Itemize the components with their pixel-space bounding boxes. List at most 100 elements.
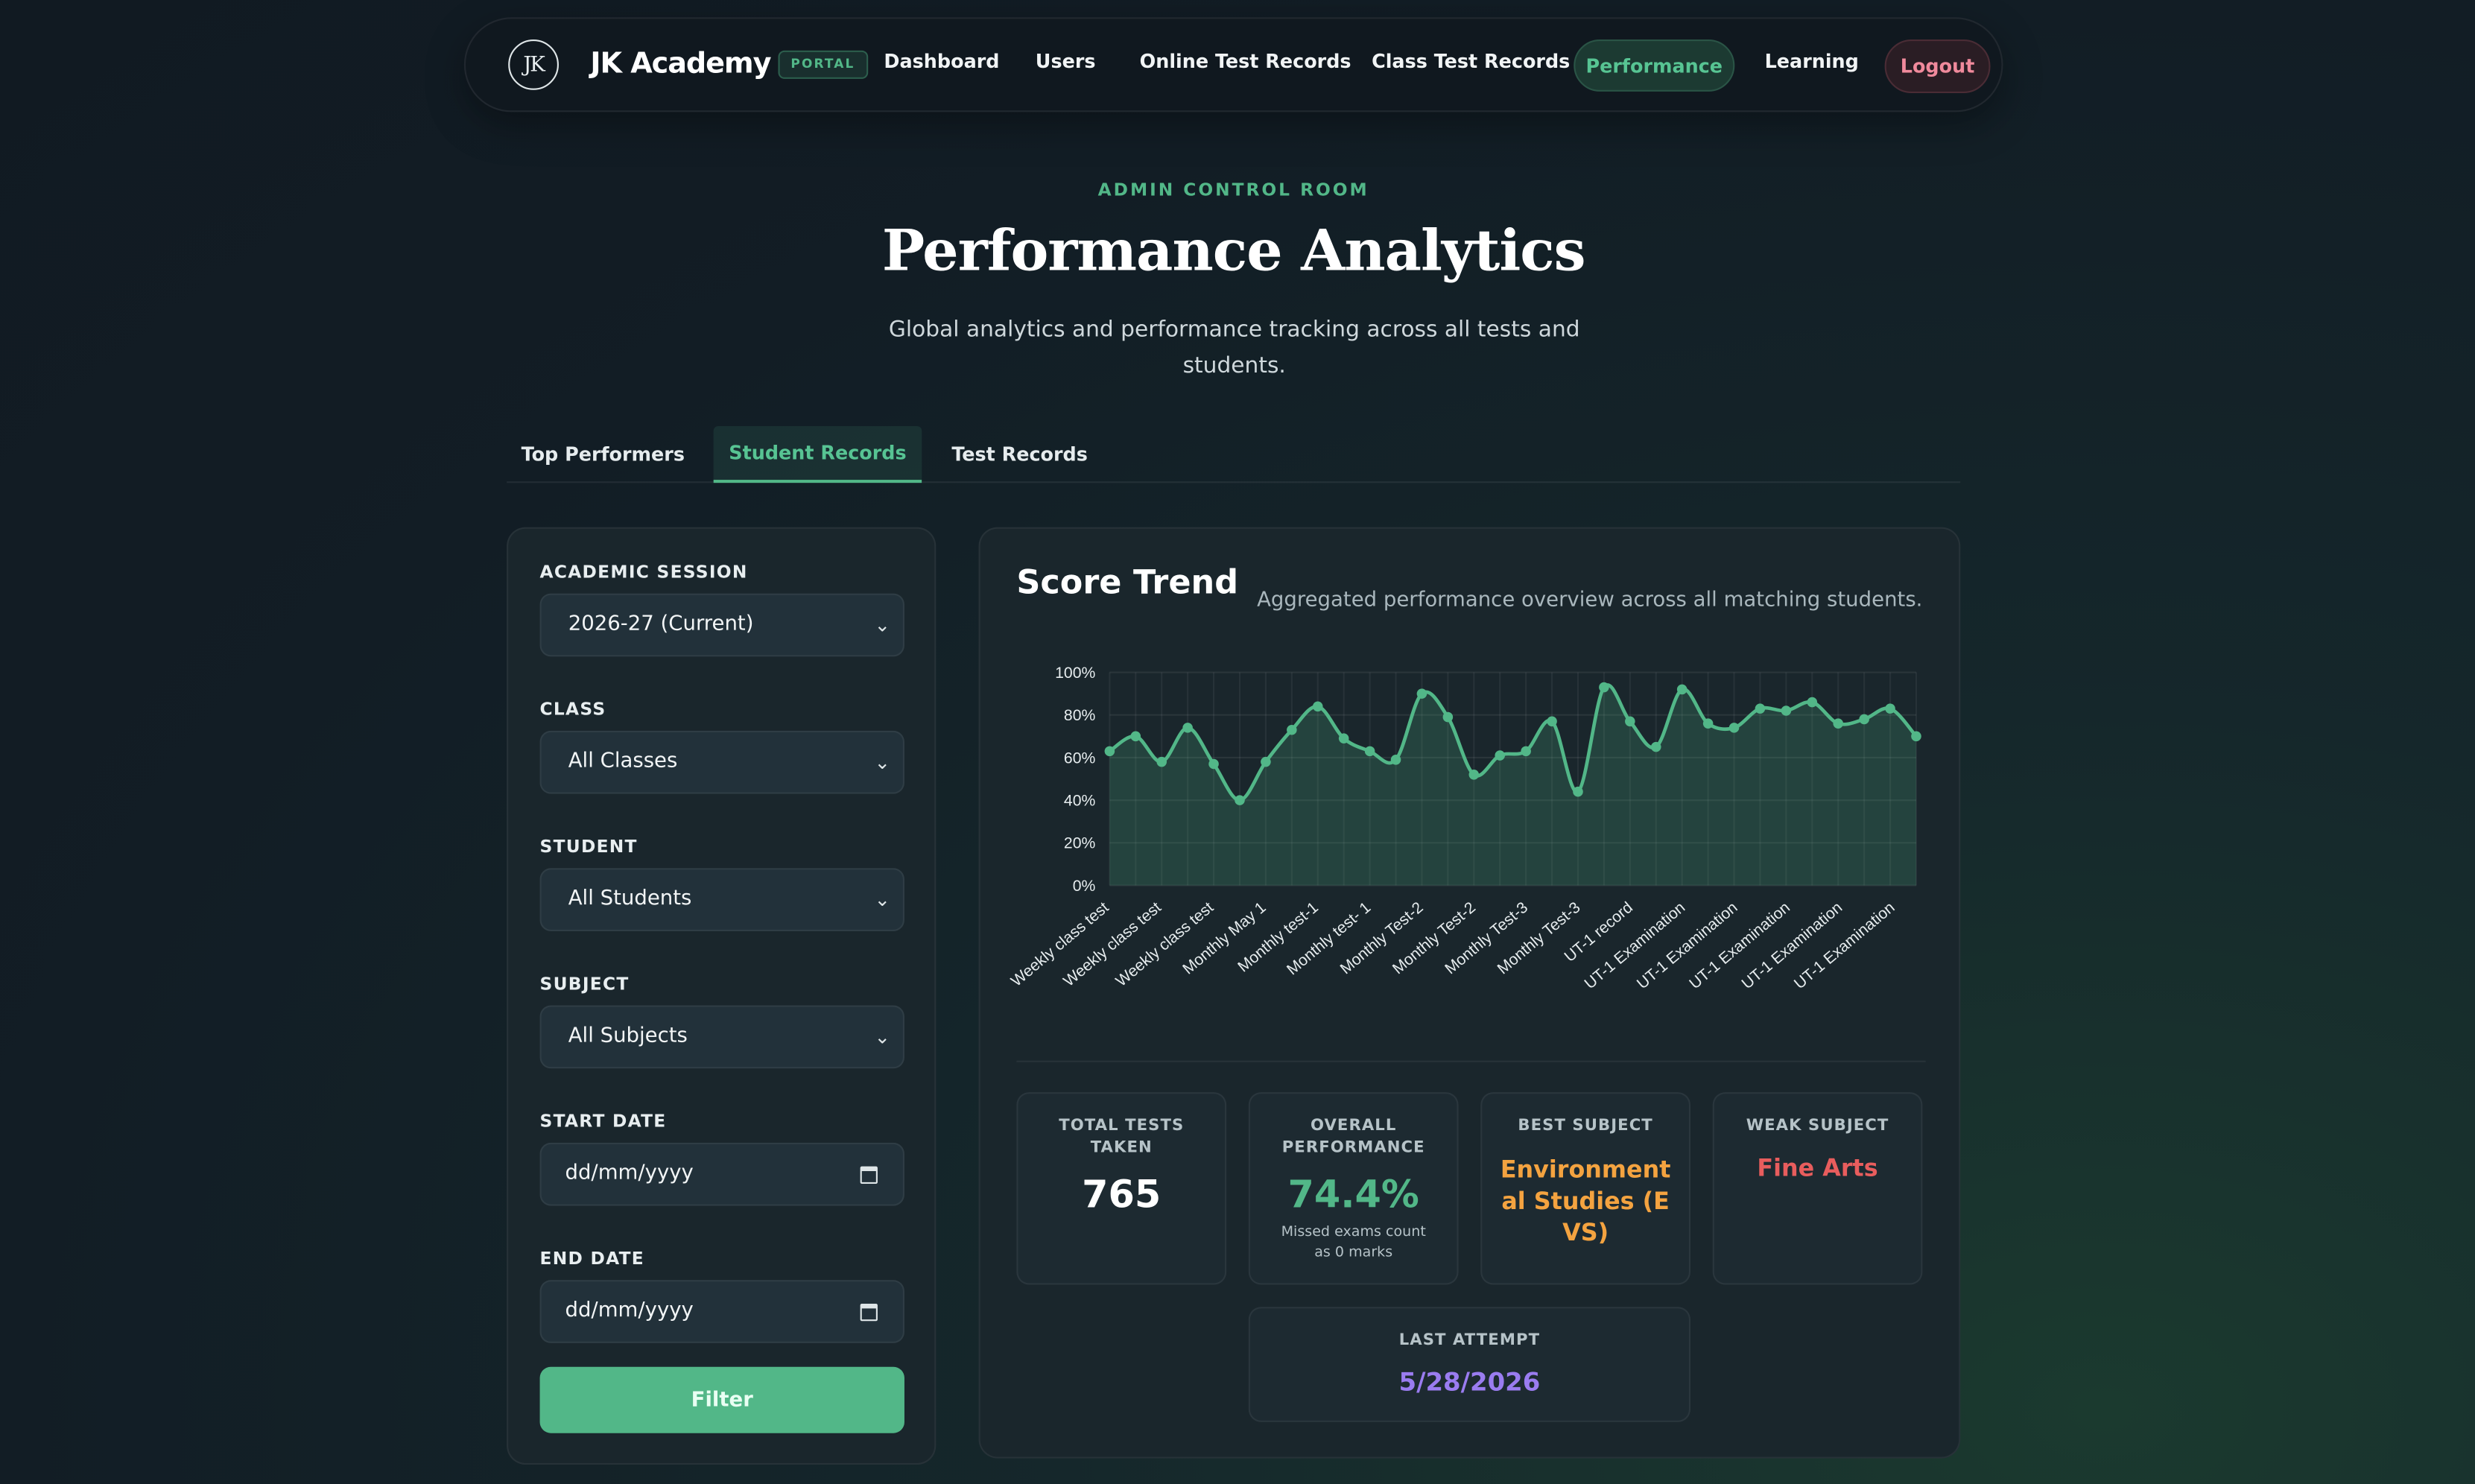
y-tick-label: 40% [1064, 793, 1096, 810]
start-date-label: START DATE [539, 1111, 667, 1132]
data-point [1390, 755, 1401, 765]
y-tick-label: 60% [1064, 749, 1096, 767]
stat-overall-performance: OVERALL PERFORMANCE 74.4% Missed exams c… [1248, 1092, 1459, 1285]
filter-panel: ACADEMIC SESSION 2026-27 (Current) ⌄ CLA… [507, 527, 937, 1465]
data-point [1625, 716, 1635, 727]
stat-last-attempt: LAST ATTEMPT 5/28/2026 [1248, 1307, 1691, 1422]
data-point [1364, 746, 1375, 757]
data-point [1130, 731, 1141, 742]
stat-total-tests: TOTAL TESTS TAKEN 765 [1016, 1092, 1227, 1285]
end-date-placeholder: dd/mm/yyyy [565, 1298, 694, 1323]
data-point [1156, 756, 1167, 767]
chevron-down-icon: ⌄ [874, 888, 890, 911]
score-trend-chart: 0%20%40%60%80%100%Weekly class testWeekl… [1008, 665, 1921, 992]
data-point [1104, 746, 1115, 757]
data-point [1468, 770, 1480, 780]
data-point [1573, 786, 1583, 797]
stats-divider [1016, 1060, 1926, 1062]
subject-value: All Subjects [568, 1024, 688, 1048]
data-point [1416, 688, 1427, 699]
data-point [1650, 741, 1661, 752]
data-point [1599, 682, 1609, 693]
calendar-icon[interactable] [860, 1303, 878, 1322]
y-tick-label: 20% [1064, 835, 1096, 852]
data-point [1312, 701, 1323, 712]
chevron-down-icon: ⌄ [874, 614, 890, 636]
stat-best-value: Environmental Studies (EVS) [1500, 1155, 1671, 1247]
stat-best-subject: BEST SUBJECT Environmental Studies (EVS) [1480, 1092, 1691, 1285]
data-point [1911, 731, 1921, 742]
logo-icon[interactable]: JK [508, 39, 559, 90]
data-point [1287, 724, 1297, 735]
tab-test-records[interactable]: Test Records [937, 426, 1101, 483]
data-point [1807, 697, 1818, 708]
page-eyebrow: ADMIN CONTROL ROOM [1097, 180, 1369, 201]
y-tick-label: 80% [1064, 707, 1096, 724]
top-nav: JK JK Academy PORTAL Dashboard Users Onl… [463, 17, 2003, 112]
stat-last-attempt-value: 5/28/2026 [1398, 1366, 1541, 1397]
chevron-down-icon: ⌄ [874, 751, 890, 774]
brand-name[interactable]: JK Academy [590, 48, 771, 80]
stat-overall-label: OVERALL PERFORMANCE [1281, 1117, 1425, 1157]
data-point [1781, 705, 1792, 716]
nav-link-dashboard[interactable]: Dashboard [884, 51, 999, 73]
end-date-input[interactable]: dd/mm/yyyy [539, 1280, 904, 1343]
stat-last-attempt-label: LAST ATTEMPT [1398, 1332, 1541, 1350]
data-point [1885, 703, 1895, 714]
data-point [1755, 703, 1766, 714]
stat-total-tests-value: 765 [1082, 1173, 1162, 1217]
logout-button[interactable]: Logout [1884, 39, 1991, 93]
class-select[interactable]: All Classes ⌄ [539, 730, 904, 794]
session-select[interactable]: 2026-27 (Current) ⌄ [539, 593, 904, 657]
data-point [1702, 718, 1714, 729]
y-tick-label: 0% [1073, 878, 1096, 895]
score-trend-title: Score Trend [1016, 563, 1239, 602]
student-select[interactable]: All Students ⌄ [539, 868, 904, 931]
y-tick-label: 100% [1055, 665, 1095, 682]
subject-label: SUBJECT [539, 974, 630, 995]
stat-weak-subject: WEAK SUBJECT Fine Arts [1712, 1092, 1923, 1285]
start-date-input[interactable]: dd/mm/yyyy [539, 1142, 904, 1206]
data-point [1676, 684, 1688, 695]
data-point [1338, 733, 1349, 743]
stat-best-label: BEST SUBJECT [1518, 1117, 1653, 1135]
x-tick-label: Weekly class test [1112, 898, 1217, 990]
nav-link-performance[interactable]: Performance [1574, 39, 1735, 92]
session-value: 2026-27 (Current) [568, 612, 754, 636]
nav-link-learning[interactable]: Learning [1765, 51, 1859, 73]
tab-top-performers[interactable]: Top Performers [507, 426, 699, 483]
stat-weak-value: Fine Arts [1757, 1153, 1878, 1182]
filter-button[interactable]: Filter [539, 1366, 904, 1433]
student-label: STUDENT [539, 836, 638, 857]
nav-link-online-test-records[interactable]: Online Test Records [1140, 51, 1351, 73]
score-trend-subtitle: Aggregated performance overview across a… [1257, 589, 1923, 613]
nav-link-class-test-records[interactable]: Class Test Records [1372, 51, 1570, 73]
data-point [1208, 758, 1219, 770]
page-subtitle: Global analytics and performance trackin… [888, 317, 1580, 379]
start-date-placeholder: dd/mm/yyyy [565, 1161, 694, 1186]
data-point [1495, 750, 1505, 761]
portal-badge: PORTAL [778, 50, 868, 79]
data-point [1442, 711, 1454, 723]
data-point [1728, 723, 1740, 733]
stat-total-tests-label: TOTAL TESTS TAKEN [1059, 1117, 1185, 1157]
data-point [1261, 756, 1271, 767]
end-date-label: END DATE [539, 1248, 645, 1269]
calendar-icon[interactable] [860, 1166, 878, 1184]
tab-student-records[interactable]: Student Records [713, 426, 922, 483]
stat-weak-label: WEAK SUBJECT [1746, 1117, 1889, 1135]
data-point [1859, 714, 1869, 725]
session-label: ACADEMIC SESSION [539, 562, 748, 583]
data-point [1833, 718, 1843, 729]
stat-overall-note: Missed exams count as 0 marks [1281, 1225, 1426, 1261]
data-point [1182, 723, 1193, 733]
class-value: All Classes [568, 749, 678, 774]
stat-overall-value: 74.4% [1287, 1173, 1419, 1217]
student-value: All Students [568, 887, 692, 911]
page-title: Performance Analytics [881, 218, 1586, 285]
subject-select[interactable]: All Subjects ⌄ [539, 1005, 904, 1069]
nav-link-users[interactable]: Users [1036, 51, 1096, 73]
data-point [1235, 795, 1245, 805]
score-trend-card: Score Trend Aggregated performance overv… [978, 527, 1961, 1459]
class-label: CLASS [539, 699, 606, 720]
